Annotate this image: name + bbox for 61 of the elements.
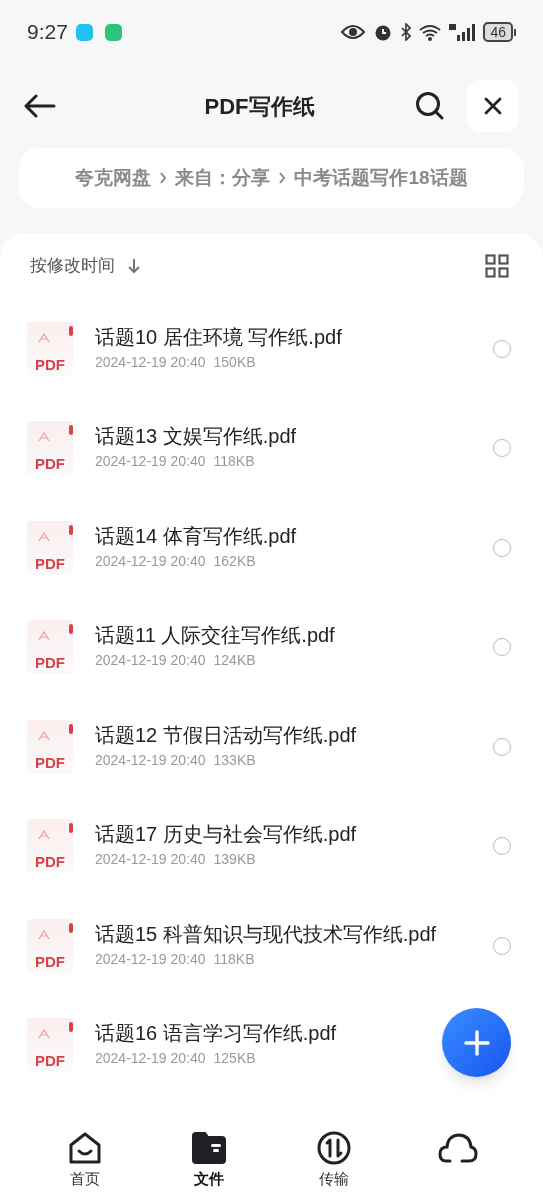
file-size: 133KB <box>213 750 256 770</box>
file-name: 话题15 科普知识与现代技术写作纸.pdf <box>95 921 438 946</box>
file-date: 2024-12-19 20:40 <box>95 551 206 571</box>
file-name: 话题14 体育写作纸.pdf <box>95 523 298 548</box>
bluetooth-icon <box>401 23 412 41</box>
file-date: 2024-12-19 20:40 <box>95 850 206 870</box>
file-date: 2024-12-19 20:40 <box>95 651 206 671</box>
file-size: 162KB <box>213 551 256 571</box>
wifi-icon <box>419 23 442 41</box>
back-arrow-icon[interactable] <box>24 94 56 118</box>
page-title: PDF写作纸 <box>203 92 316 121</box>
pdf-file-icon: PDF <box>27 918 73 973</box>
file-size: 139KB <box>213 850 256 870</box>
file-date: 2024-12-19 20:40 <box>95 949 206 969</box>
file-row[interactable]: PDF 话题12 节假日活动写作纸.pdf 2024-12-19 20:40 133KB <box>0 697 543 797</box>
file-name: 话题11 人际交往写作纸.pdf <box>95 623 336 648</box>
file-date: 2024-12-19 20:40 <box>95 352 206 372</box>
nav-tab[interactable]: 首页 <box>38 1130 132 1191</box>
app-notification-icon <box>75 23 93 41</box>
file-size: 118KB <box>213 452 255 472</box>
file-row[interactable]: PDF 话题14 体育写作纸.pdf 2024-12-19 20:40 162KB <box>0 498 543 598</box>
pdf-file-icon: PDF <box>27 719 73 774</box>
pdf-file-icon: PDF <box>27 321 73 376</box>
shield-notification-icon <box>104 23 122 41</box>
signal-icon <box>449 23 476 41</box>
pdf-file-icon: PDF <box>27 520 73 575</box>
chevron-right-icon <box>278 171 287 185</box>
file-row[interactable]: PDF 话题13 文娱写作纸.pdf 2024-12-19 20:40 118KB <box>0 398 543 498</box>
chevron-right-icon <box>159 171 168 185</box>
eye-icon <box>341 24 366 40</box>
close-button[interactable] <box>467 80 519 132</box>
file-name: 话题10 居住环境 写作纸.pdf <box>95 324 343 349</box>
close-icon <box>484 97 502 115</box>
pdf-file-icon: PDF <box>27 819 73 874</box>
file-date: 2024-12-19 20:40 <box>95 750 206 770</box>
status-time: 9:27 <box>27 19 68 46</box>
plus-icon <box>463 1029 490 1056</box>
nav-tab[interactable]: 文件 <box>162 1130 257 1191</box>
battery-level: 46 <box>483 22 513 42</box>
file-name: 话题12 节假日活动写作纸.pdf <box>95 722 358 747</box>
pdf-file-icon: PDF <box>27 620 73 675</box>
sort-button[interactable]: 按修改时间 <box>30 253 141 279</box>
file-date: 2024-12-19 20:40 <box>95 1049 206 1069</box>
file-row[interactable]: PDF 话题15 科普知识与现代技术写作纸.pdf 2024-12-19 20:40 118KB <box>0 896 543 996</box>
file-size: 118KB <box>213 949 255 969</box>
file-row[interactable]: PDF 话题11 人际交往写作纸.pdf 2024-12-19 20:40 124KB <box>0 597 543 697</box>
file-date: 2024-12-19 20:40 <box>95 452 206 472</box>
file-row[interactable]: PDF 话题10 居住环境 写作纸.pdf 2024-12-19 20:40 150KB <box>0 299 543 399</box>
pdf-file-icon: PDF <box>27 421 73 476</box>
file-name: 话题16 语言学习写作纸.pdf <box>95 1021 338 1046</box>
file-name: 话题17 历史与社会写作纸.pdf <box>95 822 358 847</box>
pdf-file-icon: PDF <box>27 1018 73 1073</box>
file-size: 150KB <box>213 352 256 372</box>
arrow-down-icon <box>127 258 141 274</box>
search-icon[interactable] <box>415 91 445 121</box>
file-size: 125KB <box>213 1049 256 1069</box>
file-name: 话题13 文娱写作纸.pdf <box>95 424 298 449</box>
file-size: 124KB <box>213 651 256 671</box>
grid-view-icon[interactable] <box>485 254 509 278</box>
file-row[interactable]: PDF 话题17 历史与社会写作纸.pdf 2024-12-19 20:40 139KB <box>0 796 543 896</box>
nav-tab[interactable]: 传输 <box>286 1130 381 1191</box>
